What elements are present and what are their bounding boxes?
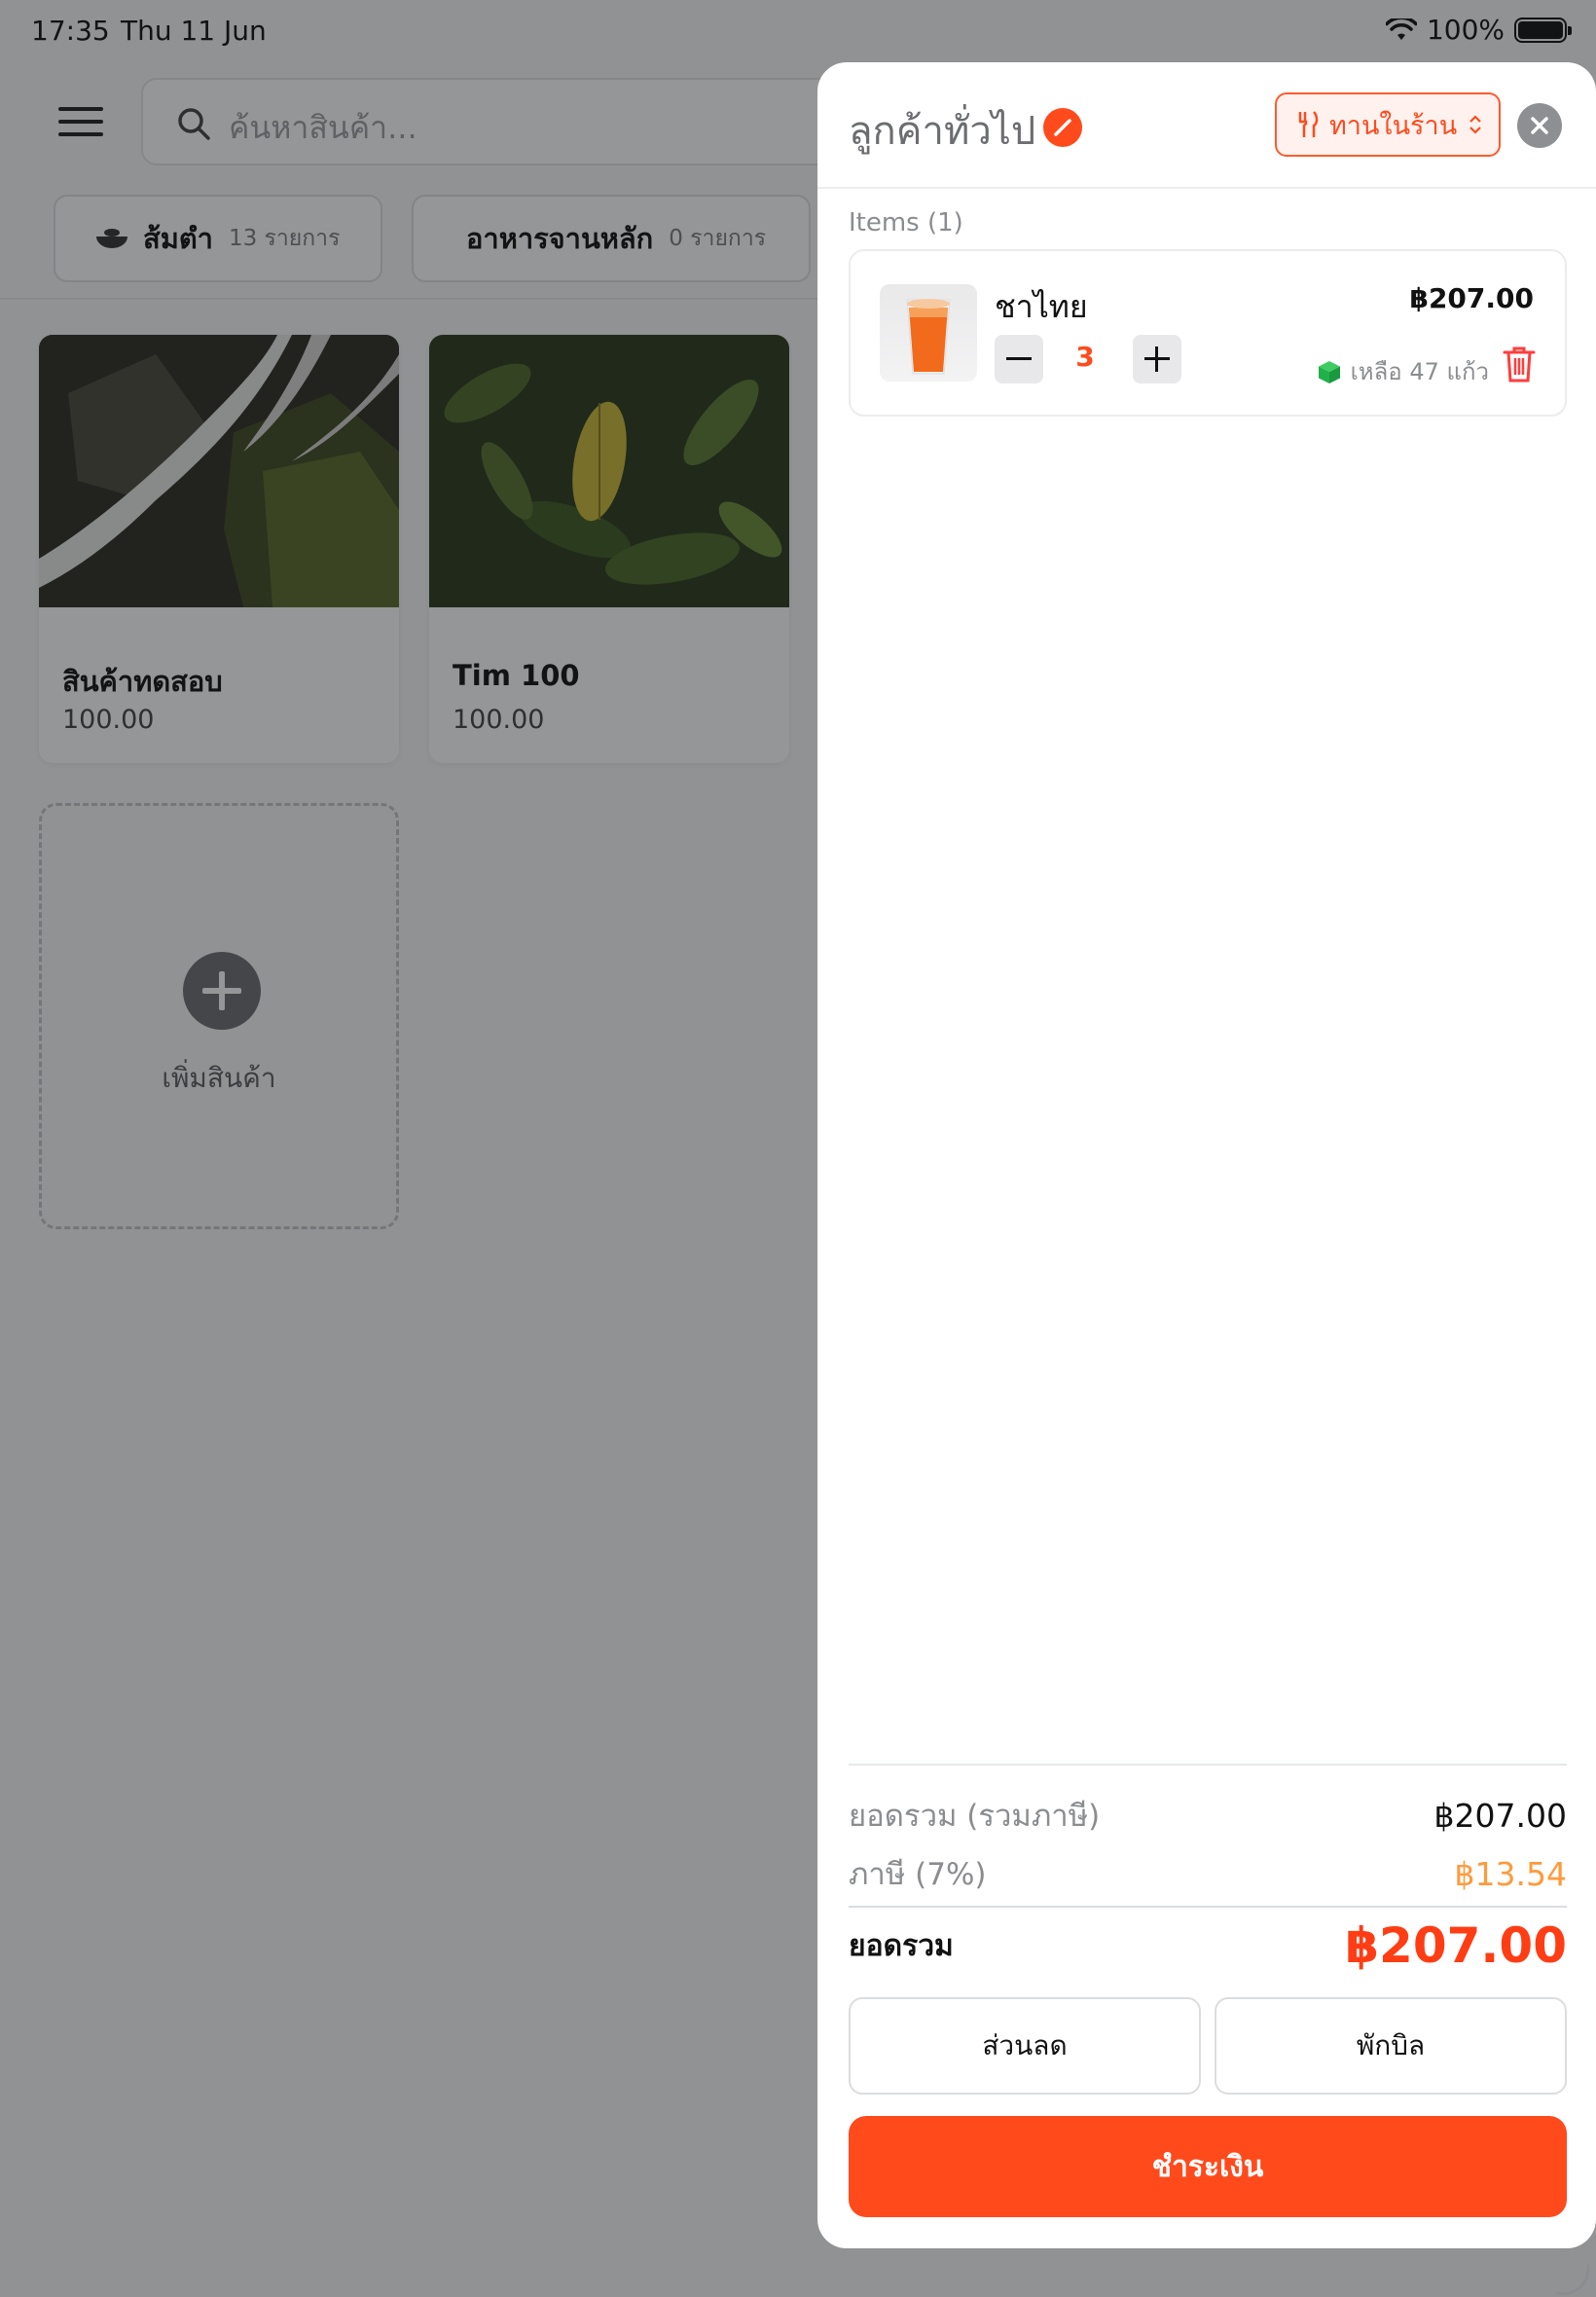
- items-count-label: Items (1): [849, 208, 963, 237]
- close-icon: [1531, 117, 1548, 134]
- edit-customer-button[interactable]: [1043, 108, 1082, 147]
- utensils-icon: [1298, 111, 1319, 137]
- total-label: ยอดรวม: [849, 1928, 954, 1963]
- cart-panel: ลูกค้าทั่วไป ทานในร้าน Items (1) ชาไทย ฿…: [817, 62, 1596, 2248]
- cart-item: ชาไทย ฿207.00 3 เหลือ 47 แก้ว: [849, 249, 1567, 417]
- tax-row: ภาษี (7%) ฿13.54: [849, 1849, 1567, 1898]
- hold-bill-button[interactable]: พักบิล: [1215, 1997, 1567, 2095]
- chevron-up-down-icon: [1469, 115, 1481, 134]
- subtotal-value: ฿207.00: [1433, 1796, 1567, 1835]
- pay-button[interactable]: ชำระเงิน: [849, 2116, 1567, 2217]
- tax-label: ภาษี (7%): [849, 1857, 987, 1892]
- stock-info: เหลือ 47 แก้ว: [1316, 352, 1489, 390]
- cube-icon: [1318, 360, 1340, 383]
- increase-quantity-button[interactable]: [1133, 335, 1181, 383]
- thai-tea-image: [906, 299, 951, 375]
- resize-handle-icon: [1555, 2264, 1590, 2295]
- discount-button[interactable]: ส่วนลด: [849, 1997, 1201, 2095]
- item-price: ฿207.00: [1409, 282, 1534, 314]
- header-divider: [817, 187, 1596, 189]
- tax-value: ฿13.54: [1454, 1854, 1567, 1893]
- total-divider: [849, 1906, 1567, 1908]
- pencil-icon: [1054, 119, 1071, 136]
- close-cart-button[interactable]: [1517, 103, 1562, 148]
- subtotal-label: ยอดรวม (รวมภาษี): [849, 1799, 1101, 1834]
- decrease-quantity-button[interactable]: [995, 335, 1043, 383]
- total-row: ยอดรวม ฿207.00: [849, 1917, 1567, 1974]
- total-value: ฿207.00: [1345, 1917, 1567, 1974]
- order-type-selector[interactable]: ทานในร้าน: [1275, 92, 1501, 157]
- item-thumbnail: [880, 284, 977, 382]
- customer-name[interactable]: ลูกค้าทั่วไป: [849, 99, 1035, 162]
- subtotal-row: ยอดรวม (รวมภาษี) ฿207.00: [849, 1791, 1567, 1840]
- item-name: ชาไทย: [995, 288, 1088, 325]
- order-type-label: ทานในร้าน: [1329, 110, 1458, 141]
- stock-remaining: เหลือ 47 แก้ว: [1350, 358, 1489, 385]
- item-quantity: 3: [1075, 341, 1095, 373]
- summary-divider: [849, 1764, 1567, 1766]
- trash-icon[interactable]: [1503, 345, 1536, 383]
